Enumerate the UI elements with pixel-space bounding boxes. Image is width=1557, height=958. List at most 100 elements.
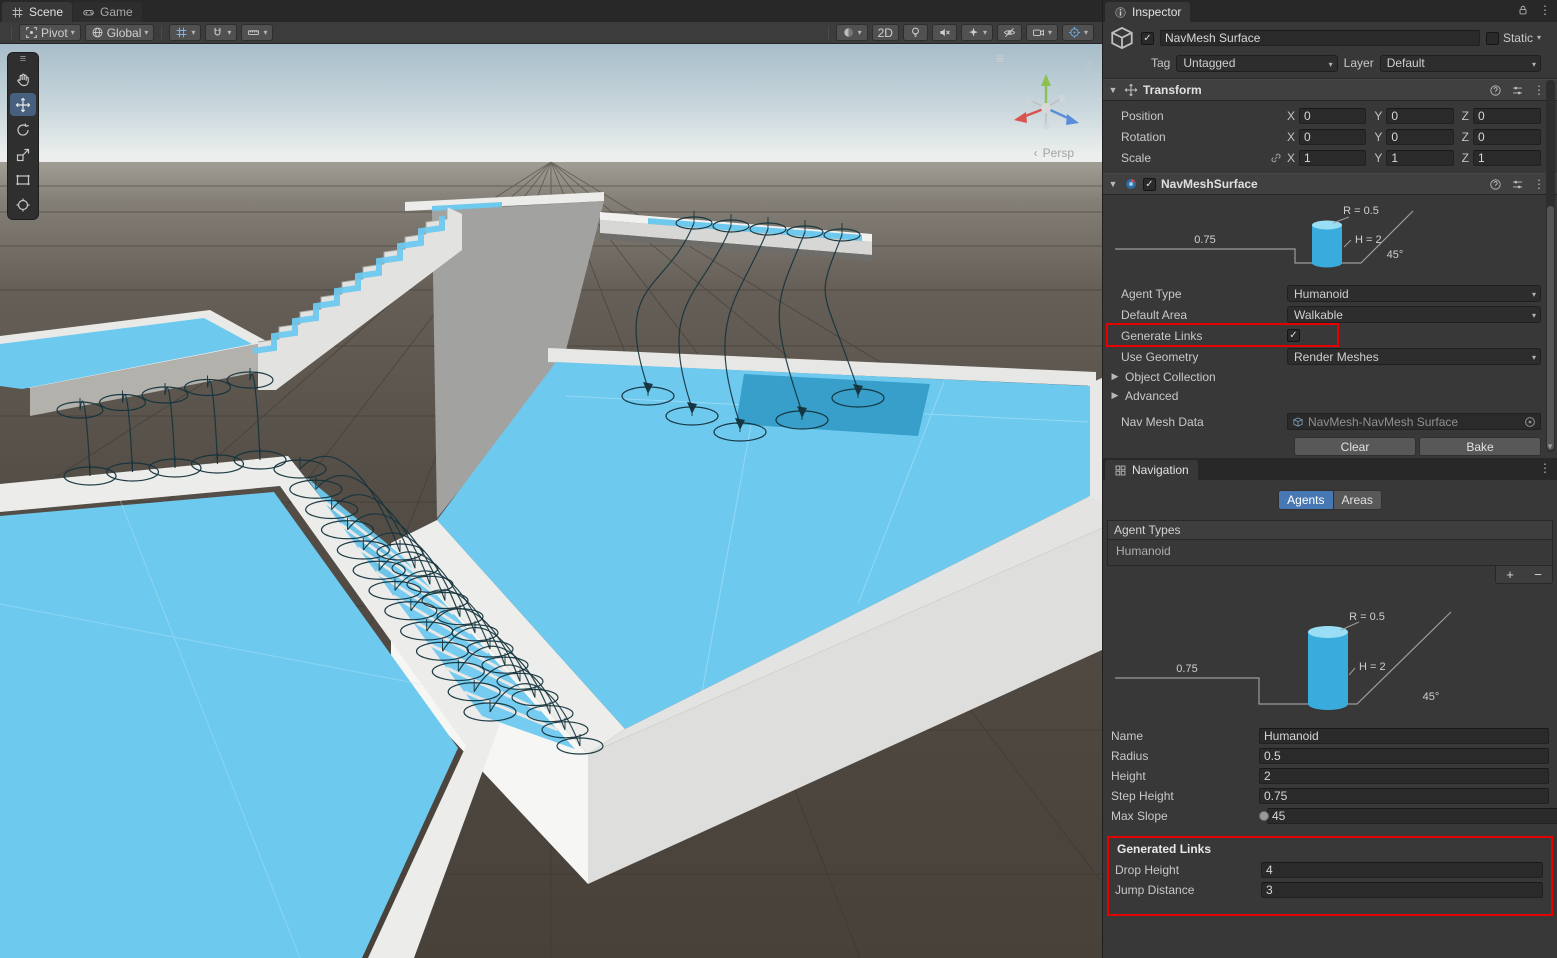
tab-game[interactable]: Game (73, 2, 142, 22)
advanced-foldout[interactable]: ▶ Advanced (1103, 386, 1557, 405)
max-slope-field[interactable] (1267, 808, 1557, 824)
increment-snap-button[interactable]: ▾ (241, 24, 273, 41)
rotation-z-field[interactable] (1473, 129, 1541, 145)
bake-button[interactable]: Bake (1419, 437, 1541, 456)
scene-viewport[interactable]: ≡ ≡ (0, 44, 1102, 958)
toolbar-separator (11, 26, 12, 40)
scene-overlay-menu-icon[interactable]: ≡ (996, 50, 1004, 66)
agent-name-field[interactable] (1259, 728, 1549, 744)
scrollbar-thumb[interactable] (1547, 206, 1554, 450)
lock-icon[interactable] (1517, 4, 1529, 16)
static-checkbox[interactable] (1486, 32, 1499, 45)
use-geometry-value: Render Meshes (1294, 350, 1379, 364)
tab-inspector[interactable]: Inspector (1105, 2, 1190, 22)
kebab-menu-icon[interactable]: ⋮ (1533, 178, 1545, 190)
presets-icon[interactable] (1511, 178, 1524, 191)
object-picker-icon[interactable] (1523, 415, 1537, 429)
foldout-icon[interactable]: ▼ (1107, 85, 1119, 95)
default-area-dropdown[interactable]: Walkable ▾ (1287, 306, 1541, 323)
kebab-menu-icon[interactable]: ⋮ (1539, 4, 1551, 16)
kebab-menu-icon[interactable]: ⋮ (1539, 462, 1551, 474)
transform-tool-button[interactable] (10, 193, 36, 216)
gizmos-dropdown-button[interactable]: ▾ (1062, 24, 1094, 41)
kebab-menu-icon[interactable]: ⋮ (1533, 84, 1545, 96)
navmeshsurface-enabled-checkbox[interactable]: ✓ (1143, 178, 1156, 191)
navmeshsurface-header[interactable]: ▼ ✓ NavMeshSurface ⋮ (1103, 173, 1557, 195)
tab-scene-label: Scene (29, 5, 63, 19)
help-icon[interactable] (1489, 178, 1502, 191)
step-height-field[interactable] (1259, 788, 1549, 804)
scale-y-field[interactable] (1386, 150, 1453, 166)
tab-navigation-label: Navigation (1132, 463, 1189, 477)
gizmo-lock-icon[interactable] (1083, 60, 1094, 71)
position-y-field[interactable] (1386, 108, 1453, 124)
diagram-slope-label: 45° (1387, 249, 1404, 261)
agent-types-list: Humanoid (1107, 540, 1553, 566)
handle-orientation-button[interactable]: Global ▾ (85, 24, 155, 41)
gameobject-active-checkbox[interactable]: ✓ (1141, 32, 1154, 45)
scroll-down-icon[interactable]: ▼ (1546, 442, 1554, 451)
position-z-field[interactable] (1473, 108, 1541, 124)
gameobject-name-field[interactable] (1160, 30, 1480, 46)
2d-toggle-button[interactable]: 2D (872, 24, 899, 41)
drop-height-field[interactable] (1261, 862, 1543, 878)
use-geometry-dropdown[interactable]: Render Meshes ▾ (1287, 348, 1541, 365)
rect-tool-button[interactable] (10, 168, 36, 191)
add-agent-button[interactable]: + (1496, 566, 1524, 583)
drop-height-row: Drop Height (1111, 860, 1547, 880)
scene-audio-button[interactable] (932, 24, 957, 41)
scene-visibility-button[interactable] (997, 24, 1022, 41)
position-x-field[interactable] (1299, 108, 1366, 124)
chevron-left-icon: ‹ (1034, 146, 1038, 160)
layer-dropdown[interactable]: Default ▾ (1380, 55, 1541, 72)
effects-button[interactable]: ▾ (961, 24, 993, 41)
tab-navigation[interactable]: Navigation (1105, 460, 1198, 480)
agent-type-dropdown[interactable]: Humanoid ▾ (1287, 285, 1541, 302)
generate-links-checkbox[interactable]: ✓ (1287, 329, 1300, 342)
help-icon[interactable] (1489, 84, 1502, 97)
foldout-closed-icon: ▶ (1109, 390, 1121, 401)
tag-label: Tag (1151, 56, 1170, 70)
scale-x-field[interactable] (1299, 150, 1366, 166)
rotate-tool-button[interactable] (10, 118, 36, 141)
constrain-proportions-icon[interactable] (1269, 151, 1283, 165)
object-collection-foldout[interactable]: ▶ Object Collection (1103, 367, 1557, 386)
orientation-gizmo[interactable] (1004, 62, 1088, 146)
transform-header[interactable]: ▼ Transform ⋮ (1103, 79, 1557, 101)
inspector-scrollbar[interactable] (1546, 80, 1555, 452)
check-icon: ✓ (1145, 179, 1153, 190)
agents-tab[interactable]: Agents (1278, 490, 1333, 510)
scale-tool-button[interactable] (10, 143, 36, 166)
clear-button[interactable]: Clear (1294, 437, 1416, 456)
presets-icon[interactable] (1511, 84, 1524, 97)
agent-type-list-item[interactable]: Humanoid (1108, 540, 1552, 562)
foldout-icon[interactable]: ▼ (1107, 179, 1119, 189)
camera-settings-button[interactable]: ▾ (1026, 24, 1058, 41)
caret-down-icon[interactable]: ▾ (1537, 34, 1541, 42)
rotation-y-field[interactable] (1386, 129, 1453, 145)
rotation-x-field[interactable] (1299, 129, 1366, 145)
areas-tab[interactable]: Areas (1334, 490, 1382, 510)
height-field[interactable] (1259, 768, 1549, 784)
scale-z-field[interactable] (1473, 150, 1541, 166)
jump-distance-field[interactable] (1261, 882, 1543, 898)
tag-dropdown[interactable]: Untagged ▾ (1176, 55, 1337, 72)
nav-mesh-data-field[interactable]: NavMesh-NavMesh Surface (1287, 413, 1541, 430)
shading-mode-button[interactable]: ▾ (836, 24, 868, 41)
grid-visibility-button[interactable]: ▾ (169, 24, 201, 41)
scene-lighting-button[interactable] (903, 24, 928, 41)
hand-tool-button[interactable] (10, 68, 36, 91)
generated-links-section: Generated Links Drop Height Jump Distanc… (1107, 836, 1553, 916)
remove-agent-button[interactable]: − (1524, 566, 1552, 583)
navmeshsurface-icon (1124, 177, 1138, 191)
pivot-mode-button[interactable]: Pivot ▾ (19, 24, 81, 41)
tools-panel-handle[interactable]: ≡ (20, 54, 26, 66)
radius-field[interactable] (1259, 748, 1549, 764)
transform-tool-icon (15, 197, 31, 213)
projection-toggle[interactable]: ‹ Persp (1034, 146, 1074, 160)
move-icon (15, 97, 31, 113)
max-slope-slider-handle[interactable] (1259, 811, 1269, 821)
move-tool-button[interactable] (10, 93, 36, 116)
tab-scene[interactable]: Scene (2, 2, 72, 22)
grid-snapping-button[interactable]: ▾ (205, 24, 237, 41)
